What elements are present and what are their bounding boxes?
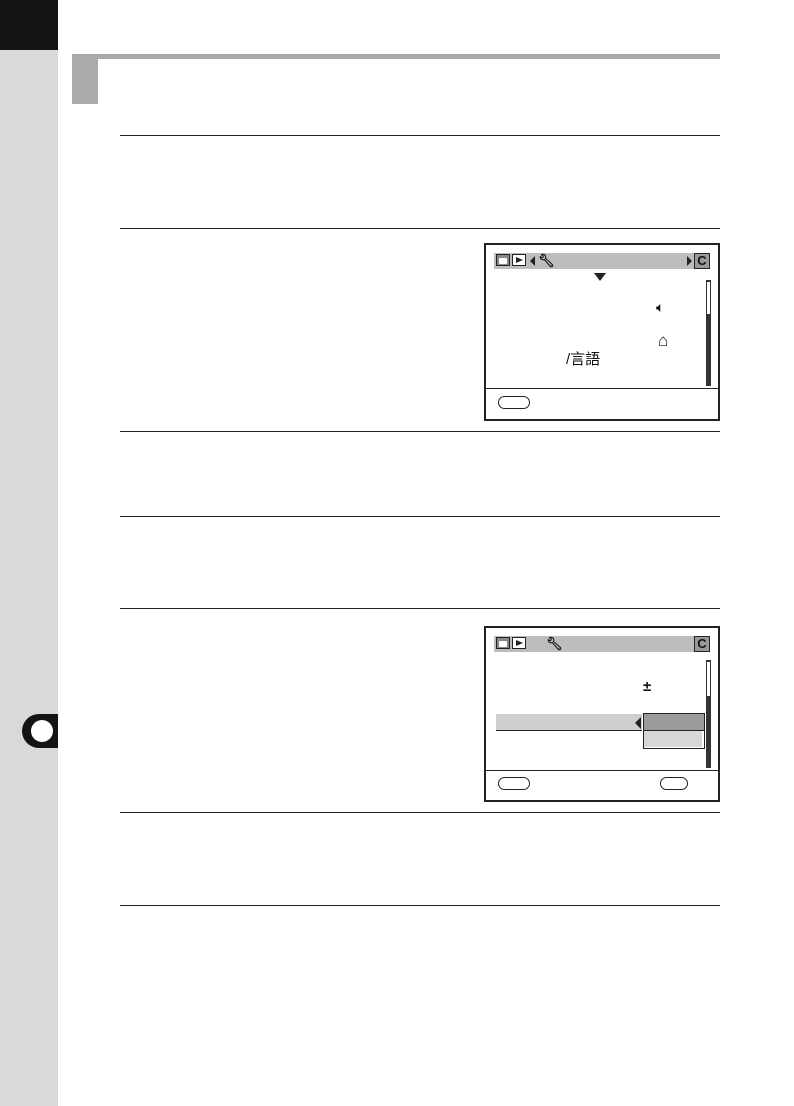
language-menu-item[interactable]: /言語 [566, 351, 600, 369]
home-icon: ⌂ [658, 331, 669, 350]
custom-tab[interactable]: C [694, 253, 710, 269]
tab-left-arrow-icon[interactable] [530, 256, 535, 266]
lcd-screen-setup-menu: 🔧︎ C 🔈︎ ⌂ /言語 [484, 243, 720, 421]
lcd-screen-setting-dropdown: 🔧︎ C ± [484, 626, 720, 802]
scrollbar[interactable] [706, 280, 711, 386]
menu-tab-bar: 🔧︎ C [494, 253, 710, 269]
wrench-icon[interactable]: 🔧︎ [538, 253, 555, 269]
footer-divider [486, 770, 718, 771]
section-heading-block [72, 54, 98, 104]
speaker-icon: 🔈︎ [656, 299, 665, 315]
camera-icon[interactable] [496, 254, 510, 266]
playback-icon[interactable] [512, 637, 526, 649]
dropdown-option-selected[interactable] [644, 714, 704, 731]
camera-icon[interactable] [496, 637, 510, 649]
step-divider [120, 812, 720, 813]
section-heading-bar [72, 54, 720, 59]
selected-menu-row[interactable] [496, 714, 642, 730]
step-divider [120, 228, 720, 229]
chapter-tab-circle [31, 720, 53, 742]
step-divider [120, 135, 720, 136]
option-dropdown[interactable] [643, 713, 705, 749]
footer-divider [486, 388, 718, 389]
menu-tab-bar: 🔧︎ C [494, 636, 710, 652]
playback-icon[interactable] [512, 254, 526, 266]
custom-tab[interactable]: C [694, 636, 710, 652]
step-divider [120, 608, 720, 609]
step-divider [120, 516, 720, 517]
wrench-icon[interactable]: 🔧︎ [546, 636, 563, 652]
dropdown-option[interactable] [644, 731, 702, 747]
menu-button-icon [498, 396, 530, 409]
chapter-sidebar [0, 0, 58, 1106]
selected-row-underline [496, 730, 642, 731]
tab-selector-arrow-icon [594, 273, 606, 281]
scrollbar[interactable] [706, 660, 711, 768]
step-divider [120, 431, 720, 432]
scrollbar-thumb[interactable] [707, 662, 710, 696]
step-divider [120, 905, 720, 906]
page-corner-marker [0, 0, 58, 50]
dropdown-left-arrow-icon [635, 717, 641, 729]
ok-button-icon [660, 777, 688, 790]
plus-minus-symbol: ± [643, 678, 652, 695]
menu-button-icon [498, 777, 530, 790]
tab-right-arrow-icon[interactable] [687, 256, 692, 266]
scrollbar-thumb[interactable] [707, 282, 710, 314]
